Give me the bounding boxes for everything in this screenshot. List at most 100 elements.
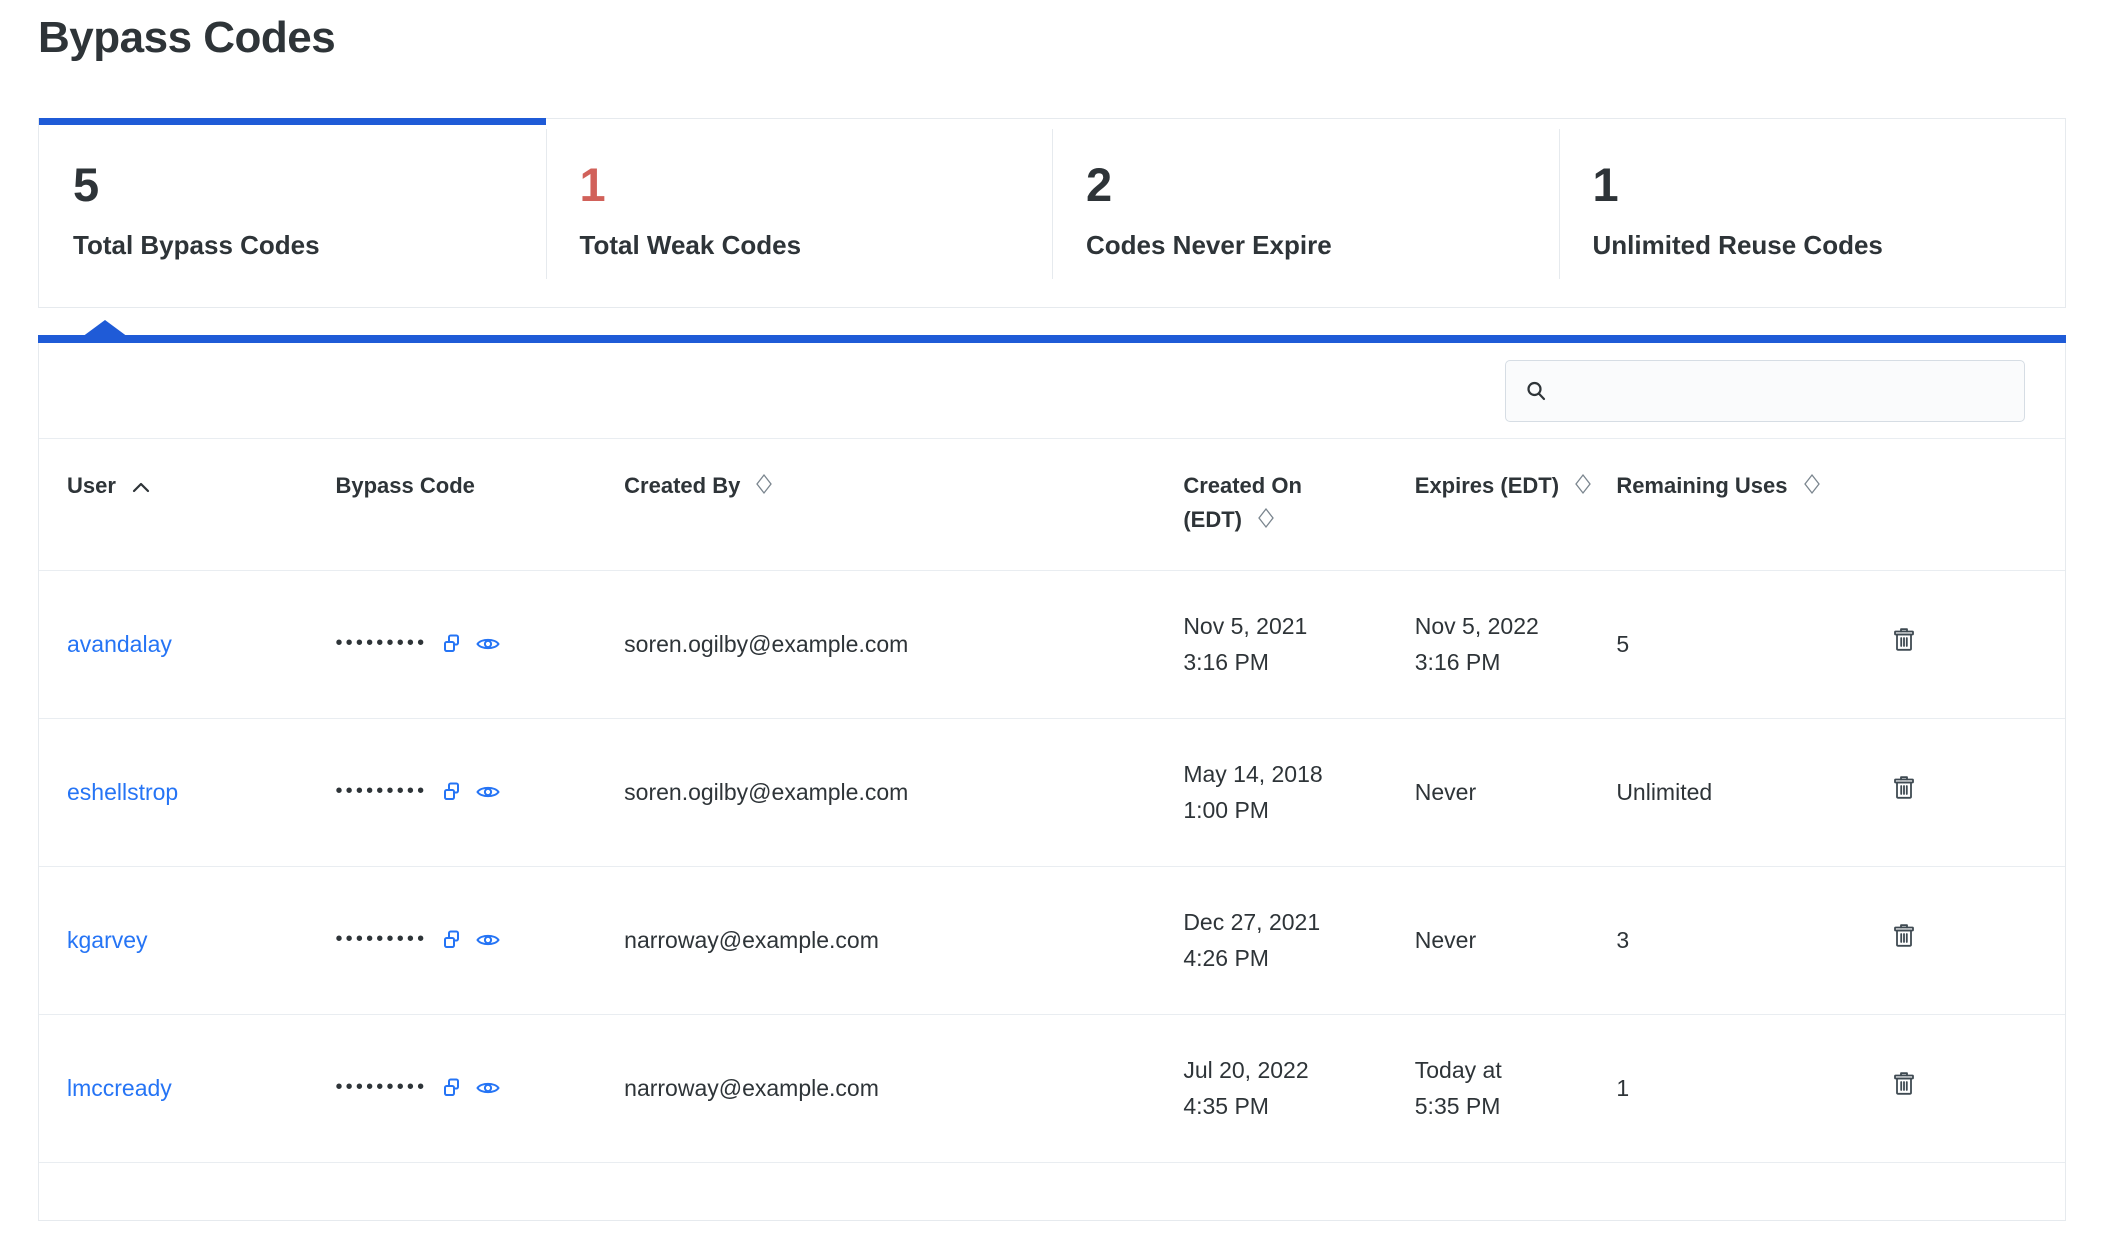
cell-delete: [1882, 1014, 2065, 1163]
table-row: lmccready ••••••••• narroway@example.com…: [39, 1014, 2065, 1163]
table-row: avandalay ••••••••• soren.ogilby@example…: [39, 570, 2065, 719]
cell-created-by: soren.ogilby@example.com: [624, 718, 1184, 867]
stat-value: 5: [73, 158, 99, 212]
stat-label: Total Bypass Codes: [73, 230, 320, 261]
created-on-date: Nov 5, 2021: [1183, 612, 1308, 639]
cell-delete: [1882, 866, 2065, 1015]
trash-icon[interactable]: [1891, 1069, 1917, 1097]
expires-date: Today at: [1414, 1056, 1502, 1083]
stat-total-weak-codes[interactable]: 1 Total Weak Codes: [545, 119, 1053, 307]
stats-card: 5 Total Bypass Codes 1 Total Weak Codes …: [38, 118, 2066, 309]
table-body: avandalay ••••••••• soren.ogilby@example…: [39, 570, 2065, 1163]
cell-created-on: Dec 27, 2021 4:26 PM: [1183, 866, 1415, 1015]
sort-diamond-icon: [1803, 471, 1821, 505]
trash-icon[interactable]: [1891, 625, 1917, 653]
cell-expires: Nov 5, 2022 3:16 PM: [1414, 570, 1617, 719]
column-header-remaining-uses[interactable]: Remaining Uses: [1616, 438, 1883, 571]
cell-created-by: soren.ogilby@example.com: [624, 570, 1184, 719]
created-on-time: 4:26 PM: [1183, 945, 1269, 972]
column-header-created-on[interactable]: Created On (EDT): [1183, 438, 1415, 571]
user-link[interactable]: lmccready: [67, 1075, 172, 1101]
stat-label: Unlimited Reuse Codes: [1592, 230, 1883, 261]
stat-total-bypass-codes[interactable]: 5 Total Bypass Codes: [39, 118, 546, 307]
eye-icon[interactable]: [475, 780, 501, 804]
column-header-actions: [1882, 438, 2065, 571]
cell-created-on: May 14, 2018 1:00 PM: [1183, 718, 1415, 867]
eye-icon[interactable]: [475, 632, 501, 656]
cell-remaining-uses: 5: [1616, 570, 1883, 719]
cell-remaining-uses: Unlimited: [1616, 718, 1883, 867]
search-box[interactable]: [1505, 359, 2025, 422]
column-label: User: [67, 473, 116, 499]
stat-codes-never-expire[interactable]: 2 Codes Never Expire: [1052, 119, 1559, 307]
cell-created-on: Nov 5, 2021 3:16 PM: [1183, 570, 1415, 719]
user-link[interactable]: avandalay: [67, 631, 172, 657]
column-header-created-by[interactable]: Created By: [624, 438, 1184, 571]
sort-diamond-icon: [1257, 505, 1275, 539]
masked-code: •••••••••: [335, 632, 428, 655]
column-header-user[interactable]: User: [39, 438, 336, 571]
copy-icon[interactable]: [441, 780, 465, 804]
eye-icon[interactable]: [475, 1076, 501, 1100]
cell-user: eshellstrop: [39, 718, 336, 867]
copy-icon[interactable]: [441, 632, 465, 656]
cell-bypass-code: •••••••••: [335, 570, 625, 719]
table-header: User Bypass Code Created By Created On (…: [39, 438, 2065, 571]
cell-bypass-code: •••••••••: [335, 1014, 625, 1163]
expires-time: 5:35 PM: [1414, 1093, 1501, 1120]
selected-tab-indicator: [38, 320, 2066, 344]
column-header-expires[interactable]: Expires (EDT): [1414, 438, 1617, 571]
cell-delete: [1882, 718, 2065, 867]
created-on-time: 4:35 PM: [1183, 1093, 1269, 1120]
bypass-codes-page: Bypass Codes 5 Total Bypass Codes 1 Tota…: [0, 0, 2104, 1233]
created-on-date: Jul 20, 2022: [1183, 1056, 1309, 1083]
user-link[interactable]: eshellstrop: [67, 779, 178, 805]
table-row: eshellstrop ••••••••• soren.ogilby@examp…: [39, 718, 2065, 867]
cell-remaining-uses: 1: [1616, 1014, 1883, 1163]
table-row: kgarvey ••••••••• narroway@example.com D…: [39, 866, 2065, 1015]
cell-bypass-code: •••••••••: [335, 718, 625, 867]
pointer-bar: [38, 335, 2066, 344]
user-link[interactable]: kgarvey: [67, 927, 148, 953]
column-label: Remaining Uses: [1616, 473, 1788, 499]
column-label: Bypass Code: [335, 473, 475, 499]
expires-date: Never: [1414, 778, 1477, 805]
stat-unlimited-reuse-codes[interactable]: 1 Unlimited Reuse Codes: [1558, 119, 2066, 307]
created-on-time: 1:00 PM: [1183, 797, 1269, 824]
masked-code: •••••••••: [335, 1076, 428, 1099]
table-header-row: User Bypass Code Created By Created On (…: [39, 438, 2065, 571]
search-input[interactable]: [1558, 377, 2006, 404]
cell-remaining-uses: 3: [1616, 866, 1883, 1015]
column-label-line2: (EDT): [1183, 507, 1242, 533]
cell-user: avandalay: [39, 570, 336, 719]
copy-icon[interactable]: [441, 928, 465, 952]
stat-label: Total Weak Codes: [579, 230, 802, 261]
cell-expires: Never: [1414, 718, 1617, 867]
chevron-up-icon: [131, 471, 151, 505]
bypass-codes-table-panel: User Bypass Code Created By Created On (…: [38, 343, 2066, 1222]
sort-diamond-icon: [1574, 471, 1592, 505]
expires-date: Nov 5, 2022: [1414, 612, 1539, 639]
created-on-date: Dec 27, 2021: [1183, 908, 1321, 935]
trash-icon[interactable]: [1891, 773, 1917, 801]
cell-user: lmccready: [39, 1014, 336, 1163]
created-on-date: May 14, 2018: [1183, 760, 1323, 787]
column-label: Created By: [624, 473, 741, 499]
cell-created-by: narroway@example.com: [624, 866, 1184, 1015]
trash-icon[interactable]: [1891, 921, 1917, 949]
cell-bypass-code: •••••••••: [335, 866, 625, 1015]
cell-created-on: Jul 20, 2022 4:35 PM: [1183, 1014, 1415, 1163]
cell-expires: Today at 5:35 PM: [1414, 1014, 1617, 1163]
copy-icon[interactable]: [441, 1076, 465, 1100]
stat-value: 1: [1592, 158, 1619, 212]
eye-icon[interactable]: [475, 928, 501, 952]
masked-code: •••••••••: [335, 928, 428, 951]
expires-date: Never: [1414, 926, 1477, 953]
bypass-codes-table: User Bypass Code Created By Created On (…: [39, 438, 2065, 1163]
column-label-line1: Created On: [1183, 473, 1302, 499]
search-icon: [1524, 379, 1548, 403]
cell-expires: Never: [1414, 866, 1617, 1015]
column-header-bypass-code: Bypass Code: [335, 438, 625, 571]
sort-diamond-icon: [755, 471, 773, 505]
cell-created-by: narroway@example.com: [624, 1014, 1184, 1163]
